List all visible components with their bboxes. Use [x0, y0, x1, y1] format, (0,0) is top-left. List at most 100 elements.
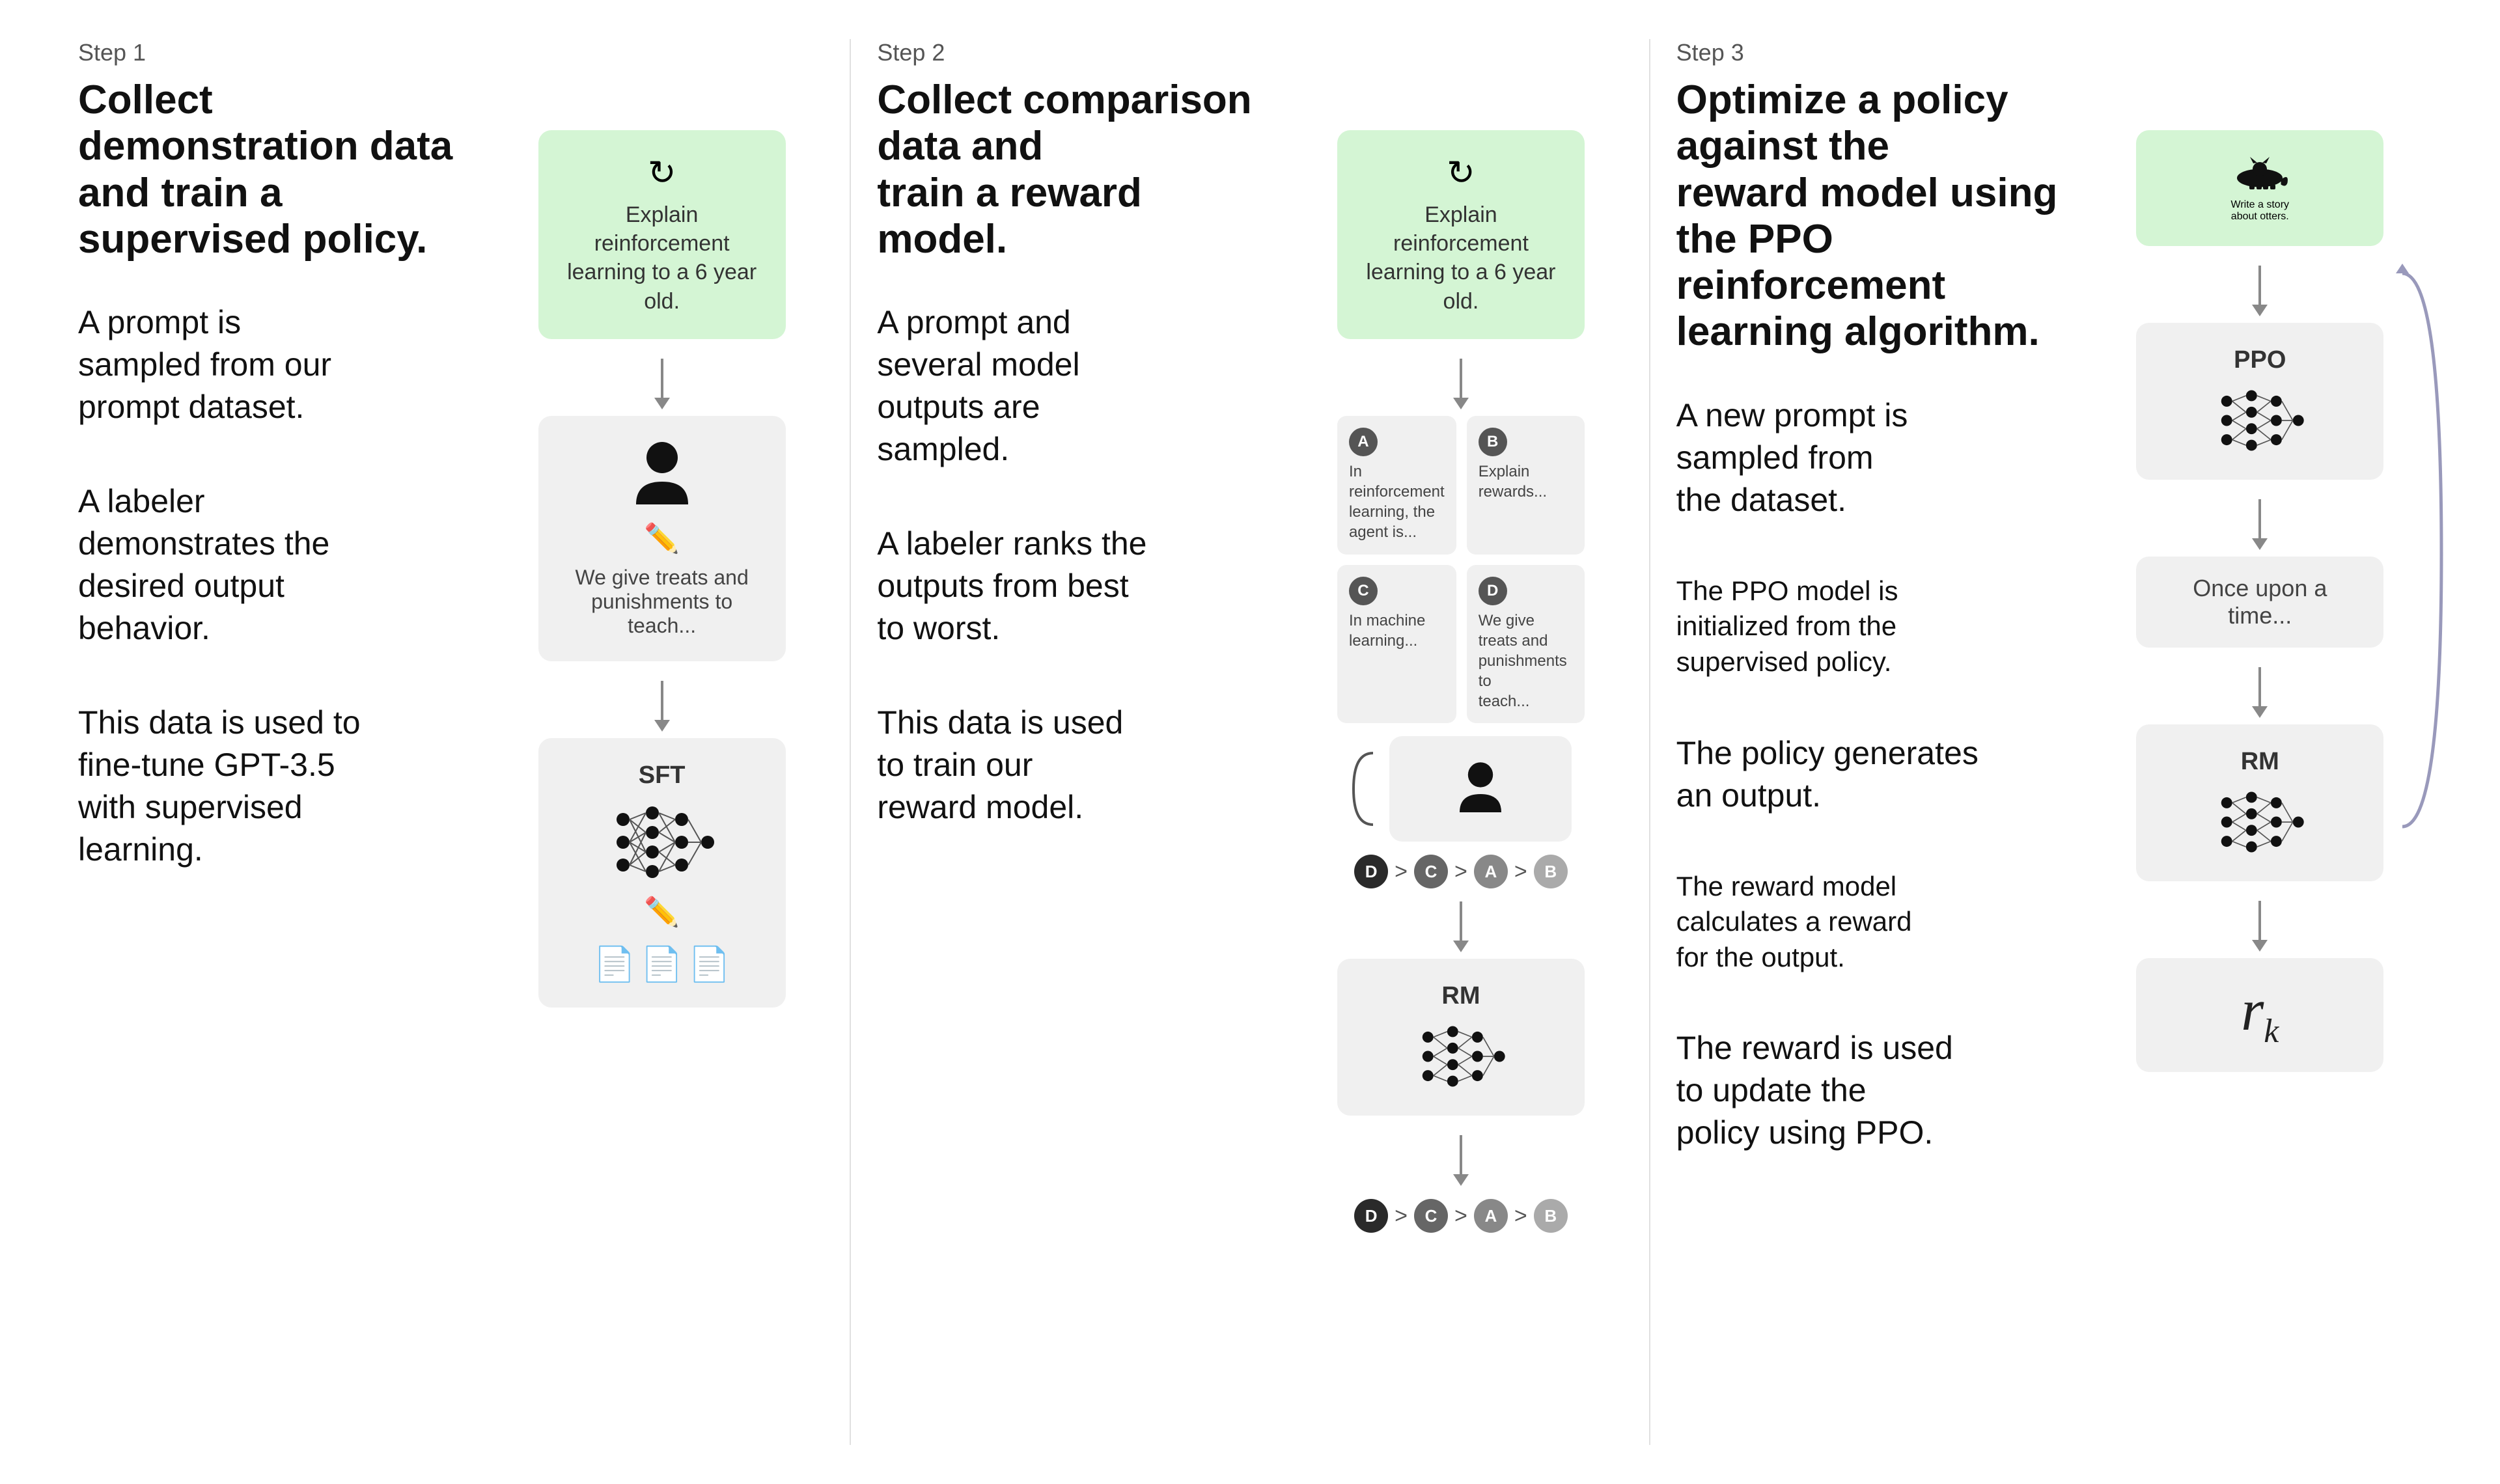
step3-title: Optimize a policy against thereward mode… — [1676, 77, 2072, 355]
reward-value: rk — [2241, 982, 2279, 1049]
rank-b-2: B — [1534, 1199, 1568, 1233]
step3-text2: The PPO model isinitialized from thesupe… — [1676, 573, 2072, 680]
step1-prompt-box: ↻ Explain reinforcementlearning to a 6 y… — [538, 130, 786, 339]
arrow7 — [2252, 499, 2268, 550]
step1-diagram: ↻ Explain reinforcementlearning to a 6 y… — [500, 39, 824, 1445]
card-text-c: In machinelearning... — [1349, 611, 1445, 651]
step2-rm-box: RM — [1337, 959, 1585, 1116]
arrow9 — [2252, 901, 2268, 952]
card-letter-d: D — [1479, 577, 1507, 605]
rank-d-1: D — [1354, 855, 1388, 888]
reward-box: rk — [2136, 958, 2383, 1072]
bracket-icon — [1350, 750, 1376, 828]
card-text-b: Explain rewards... — [1479, 461, 1573, 502]
neural-net-4 — [2214, 786, 2305, 858]
doc-icon-3: 📄 — [688, 944, 730, 984]
step1-labeler-box: ✏️ We give treats andpunishments to teac… — [538, 416, 786, 661]
feedback-arrow — [2389, 260, 2454, 846]
arrow3 — [1453, 359, 1469, 409]
rank-c-2: C — [1414, 1199, 1448, 1233]
step1-text2: A labelerdemonstrates thedesired outputb… — [78, 480, 474, 650]
gt5: > — [1454, 1203, 1467, 1229]
step1-column: Step 1 Collect demonstration dataand tra… — [52, 39, 851, 1445]
gt3: > — [1514, 859, 1527, 885]
recycle-icon-2: ↻ — [1363, 154, 1559, 193]
gt2: > — [1454, 859, 1467, 885]
sft-label: SFT — [639, 762, 686, 790]
step3-diagram: Write a storyabout otters. PPO — [2098, 39, 2422, 1445]
step2-text: Step 2 Collect comparison data andtrain … — [877, 39, 1273, 1445]
card-letter-a: A — [1349, 428, 1378, 456]
doc-icon-2: 📄 — [641, 944, 683, 984]
card-letter-c: C — [1349, 577, 1378, 605]
arrow2 — [654, 681, 670, 732]
person-icon-2 — [1454, 760, 1507, 818]
step2-column: Step 2 Collect comparison data andtrain … — [851, 39, 1650, 1445]
pencil-icon-1: ✏️ — [644, 521, 680, 555]
step3-text: Step 3 Optimize a policy against therewa… — [1676, 39, 2072, 1445]
gt6: > — [1514, 1203, 1527, 1229]
rank-a-1: A — [1474, 855, 1508, 888]
card-text-d: We give treats andpunishments toteach... — [1479, 611, 1573, 712]
card-letter-b: B — [1479, 428, 1507, 456]
gt4: > — [1395, 1203, 1408, 1229]
arrow6 — [2252, 266, 2268, 316]
recycle-icon-1: ↻ — [564, 154, 760, 193]
bracket-person — [1350, 736, 1572, 842]
step3-rm-box: RM — [2136, 724, 2383, 881]
step1-text: Step 1 Collect demonstration dataand tra… — [78, 39, 474, 1445]
step2-title: Collect comparison data andtrain a rewar… — [877, 77, 1273, 262]
diagram-container: Step 1 Collect demonstration dataand tra… — [52, 39, 2448, 1445]
rank-a-2: A — [1474, 1199, 1508, 1233]
pencil-icon-2: ✏️ — [644, 895, 680, 929]
doc-icons: 📄 📄 📄 — [594, 944, 730, 984]
step3-column: Step 3 Optimize a policy against therewa… — [1650, 39, 2448, 1445]
step2-label: Step 2 — [877, 39, 1273, 66]
step3-label: Step 3 — [1676, 39, 2072, 66]
rm-label-2: RM — [1441, 982, 1480, 1010]
output-card-d: D We give treats andpunishments toteach.… — [1467, 565, 1585, 724]
doc-icon-1: 📄 — [594, 944, 636, 984]
step1-label: Step 1 — [78, 39, 474, 66]
arrow5 — [1453, 1135, 1469, 1186]
step1-prompt-text: Explain reinforcementlearning to a 6 yea… — [564, 200, 760, 316]
step1-title: Collect demonstration dataand train a su… — [78, 77, 474, 262]
output-card-b: B Explain rewards... — [1467, 416, 1585, 555]
step3-output-box: Once upon a time... — [2136, 556, 2383, 648]
step3-prompt-text: Write a storyabout otters. — [2162, 199, 2357, 223]
rank-d-2: D — [1354, 1199, 1388, 1233]
step3-ppo-box: PPO — [2136, 323, 2383, 480]
output-text: Once upon a time... — [2193, 575, 2327, 629]
person-icon-1 — [630, 439, 695, 511]
neural-net-3 — [2214, 385, 2305, 456]
step3-text4: The reward modelcalculates a rewardfor t… — [1676, 869, 2072, 976]
step1-text1: A prompt issampled from ourprompt datase… — [78, 301, 474, 428]
step2-text3: This data is usedto train ourreward mode… — [877, 702, 1273, 829]
otter-icon — [2227, 154, 2292, 193]
output-grid: A In reinforcementlearning, theagent is.… — [1337, 416, 1585, 724]
step1-sft-box: SFT — [538, 738, 786, 1008]
step2-prompt-box: ↻ Explain reinforcementlearning to a 6 y… — [1337, 130, 1585, 339]
arrow1 — [654, 359, 670, 409]
rank-c-1: C — [1414, 855, 1448, 888]
arrow4 — [1453, 901, 1469, 952]
step2-text1: A prompt andseveral modeloutputs aresamp… — [877, 301, 1273, 471]
output-card-a: A In reinforcementlearning, theagent is.… — [1337, 416, 1456, 555]
rm-label-3: RM — [2241, 748, 2279, 776]
step3-text5: The reward is usedto update thepolicy us… — [1676, 1027, 2072, 1154]
neural-net-1 — [610, 800, 714, 885]
ranking-row-2: D > C > A > B — [1354, 1199, 1568, 1233]
step3-text1: A new prompt issampled fromthe dataset. — [1676, 394, 2072, 521]
card-text-a: In reinforcementlearning, theagent is... — [1349, 461, 1445, 543]
step3-prompt-box: Write a storyabout otters. — [2136, 130, 2383, 246]
step1-text3: This data is used tofine-tune GPT-3.5wit… — [78, 702, 474, 871]
step2-diagram: ↻ Explain reinforcementlearning to a 6 y… — [1299, 39, 1622, 1445]
ranking-row-1: D > C > A > B — [1354, 855, 1568, 888]
step2-text2: A labeler ranks theoutputs from bestto w… — [877, 523, 1273, 650]
ppo-label: PPO — [2234, 346, 2286, 374]
rank-b-1: B — [1534, 855, 1568, 888]
step2-prompt-text: Explain reinforcementlearning to a 6 yea… — [1363, 200, 1559, 316]
step1-labeler-text: We give treats andpunishments to teach..… — [564, 566, 760, 638]
output-card-c: C In machinelearning... — [1337, 565, 1456, 724]
neural-net-2 — [1415, 1021, 1507, 1092]
